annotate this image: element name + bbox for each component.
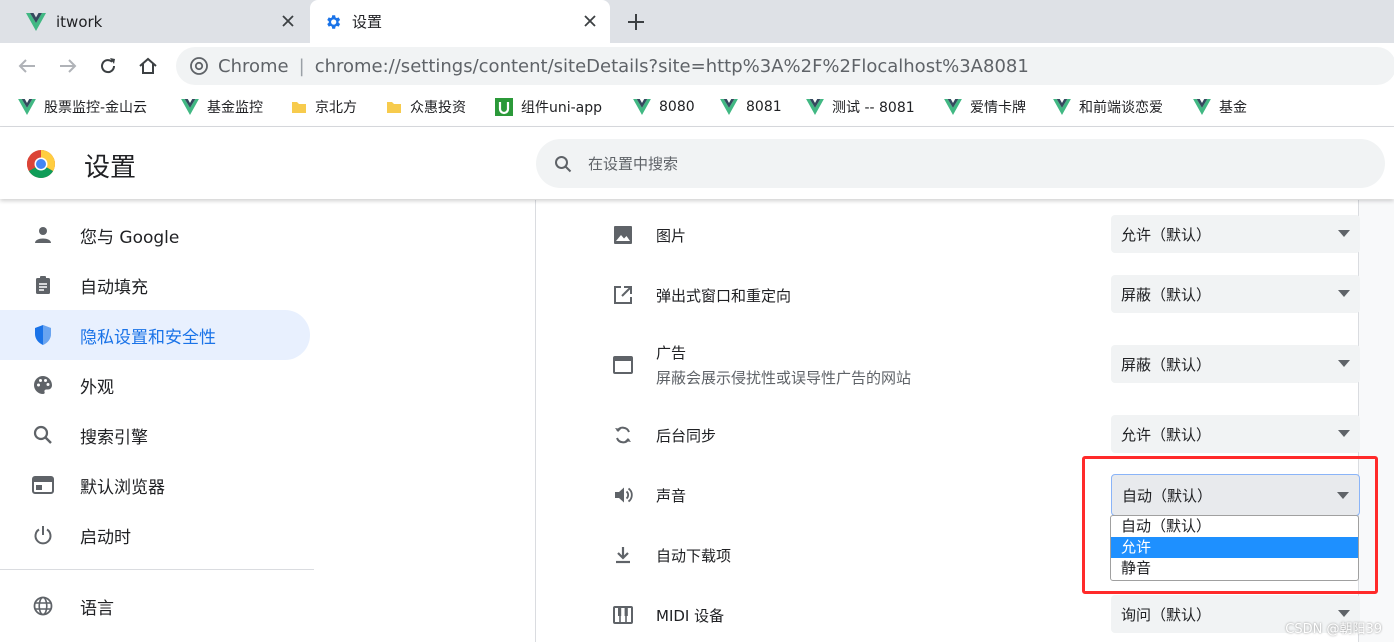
close-tab-icon[interactable] bbox=[278, 11, 298, 31]
plus-icon bbox=[628, 14, 644, 30]
vue-logo-icon bbox=[944, 99, 962, 115]
sidebar-item-default-browser[interactable]: 默认浏览器 bbox=[0, 460, 310, 510]
bookmark-folder[interactable]: 京北方 bbox=[291, 88, 357, 126]
address-bar[interactable]: Chrome | chrome://settings/content/siteD… bbox=[176, 47, 1394, 85]
volume-icon bbox=[612, 484, 634, 506]
bookmark-item[interactable]: 爱情卡牌 bbox=[944, 88, 1026, 126]
person-icon bbox=[32, 224, 54, 246]
clipboard-icon bbox=[32, 274, 54, 296]
settings-search[interactable] bbox=[536, 139, 1385, 188]
vue-logo-icon bbox=[1193, 99, 1211, 115]
permission-row-images: 图片 允许（默认） bbox=[536, 214, 1360, 256]
vue-logo-icon bbox=[1053, 99, 1071, 115]
forward-button[interactable] bbox=[56, 54, 80, 78]
vue-logo-icon bbox=[806, 99, 824, 115]
close-tab-icon[interactable] bbox=[580, 11, 600, 31]
sidebar-item-privacy-security[interactable]: 隐私设置和安全性 bbox=[0, 310, 310, 360]
shield-icon bbox=[32, 324, 54, 346]
chrome-logo-icon bbox=[190, 57, 208, 75]
permission-select[interactable]: 屏蔽（默认） bbox=[1111, 345, 1360, 383]
permission-select[interactable]: 屏蔽（默认） bbox=[1111, 275, 1360, 313]
image-icon bbox=[612, 224, 634, 246]
tab-settings[interactable]: 设置 bbox=[310, 0, 610, 43]
sidebar-item-on-startup[interactable]: 启动时 bbox=[0, 510, 310, 560]
reload-button[interactable] bbox=[96, 54, 120, 78]
settings-sidebar: 您与 Google 自动填充 隐私设置和安全性 外观 搜索引擎 默认浏览器 启动… bbox=[0, 200, 535, 642]
separator: | bbox=[298, 55, 305, 77]
sidebar-item-search-engine[interactable]: 搜索引擎 bbox=[0, 410, 310, 460]
browser-window-icon bbox=[32, 474, 54, 496]
bookmarks-bar: 股票监控-金山云 基金监控 京北方 众惠投资 组件uni-app 8080 80… bbox=[0, 88, 1394, 127]
permission-description: 屏蔽会展示侵扰性或误导性广告的网站 bbox=[656, 369, 912, 387]
globe-icon bbox=[32, 595, 54, 617]
tab-strip: itwork 设置 bbox=[0, 0, 1394, 43]
permission-row-popups: 弹出式窗口和重定向 屏蔽（默认） bbox=[536, 274, 1360, 316]
chevron-down-icon bbox=[1338, 430, 1350, 437]
search-icon bbox=[32, 424, 54, 446]
home-icon bbox=[139, 57, 157, 74]
palette-icon bbox=[32, 374, 54, 396]
arrow-right-icon bbox=[60, 59, 77, 73]
browser-toolbar: Chrome | chrome://settings/content/siteD… bbox=[0, 43, 1394, 88]
arrow-left-icon bbox=[18, 59, 35, 73]
bookmark-item[interactable]: 组件uni-app bbox=[495, 88, 602, 126]
open-in-new-icon bbox=[612, 284, 634, 306]
permission-row-midi: MIDI 设备 询问（默认） bbox=[536, 594, 1360, 636]
settings-header: 设置 bbox=[0, 127, 1394, 199]
power-icon bbox=[32, 524, 54, 546]
bookmark-folder[interactable]: 众惠投资 bbox=[386, 88, 466, 126]
download-icon bbox=[612, 544, 634, 566]
bookmark-item[interactable]: 8081 bbox=[720, 88, 782, 126]
chevron-down-icon bbox=[1338, 290, 1350, 297]
tab-title: 设置 bbox=[352, 13, 383, 31]
sidebar-item-languages[interactable]: 语言 bbox=[0, 581, 310, 631]
permission-select[interactable]: 允许（默认） bbox=[1111, 215, 1360, 253]
uniapp-logo-icon bbox=[495, 98, 513, 116]
page-title: 设置 bbox=[84, 153, 137, 183]
folder-icon bbox=[291, 99, 307, 115]
sidebar-divider bbox=[0, 569, 314, 570]
vue-logo-icon bbox=[633, 99, 651, 115]
url-text[interactable]: chrome://settings/content/siteDetails?si… bbox=[315, 56, 1029, 77]
watermark: CSDN @朝阳39 bbox=[1285, 622, 1382, 637]
bookmark-item[interactable]: 8080 bbox=[633, 88, 695, 126]
settings-gear-icon bbox=[324, 13, 342, 31]
vue-logo-icon bbox=[26, 12, 46, 31]
sidebar-item-appearance[interactable]: 外观 bbox=[0, 360, 310, 410]
reload-icon bbox=[101, 58, 116, 74]
piano-icon bbox=[612, 604, 634, 626]
vue-logo-icon bbox=[181, 99, 199, 115]
chevron-down-icon bbox=[1338, 230, 1350, 237]
search-input[interactable] bbox=[586, 153, 1290, 174]
chevron-down-icon bbox=[1338, 610, 1350, 617]
sidebar-item-you-and-google[interactable]: 您与 Google bbox=[0, 210, 310, 260]
bookmark-item[interactable]: 基金 bbox=[1193, 88, 1247, 126]
tab-title: itwork bbox=[56, 12, 103, 31]
vue-logo-icon bbox=[720, 99, 738, 115]
sync-icon bbox=[612, 424, 634, 446]
home-button[interactable] bbox=[136, 54, 160, 78]
permission-row-ads: 广告 屏蔽会展示侵扰性或误导性广告的网站 屏蔽（默认） bbox=[536, 334, 1360, 394]
annotation-highlight-box bbox=[1082, 456, 1378, 594]
chrome-logo-icon bbox=[26, 149, 56, 179]
sidebar-item-autofill[interactable]: 自动填充 bbox=[0, 260, 310, 310]
folder-icon bbox=[386, 99, 402, 115]
bookmark-item[interactable]: 测试 -- 8081 bbox=[806, 88, 915, 126]
vue-logo-icon bbox=[18, 99, 36, 115]
site-label: Chrome bbox=[218, 55, 289, 77]
bookmark-item[interactable]: 股票监控-金山云 bbox=[18, 88, 147, 126]
search-icon bbox=[554, 155, 572, 173]
permission-row-background-sync: 后台同步 允许（默认） bbox=[536, 414, 1360, 456]
new-tab-button[interactable] bbox=[624, 10, 648, 34]
bookmark-item[interactable]: 基金监控 bbox=[181, 88, 263, 126]
web-window-icon bbox=[612, 354, 634, 376]
back-button[interactable] bbox=[15, 54, 39, 78]
tab-itwork[interactable]: itwork bbox=[12, 0, 308, 43]
bookmark-item[interactable]: 和前端谈恋爱 bbox=[1053, 88, 1163, 126]
chevron-down-icon bbox=[1338, 360, 1350, 367]
permission-select[interactable]: 允许（默认） bbox=[1111, 415, 1360, 453]
